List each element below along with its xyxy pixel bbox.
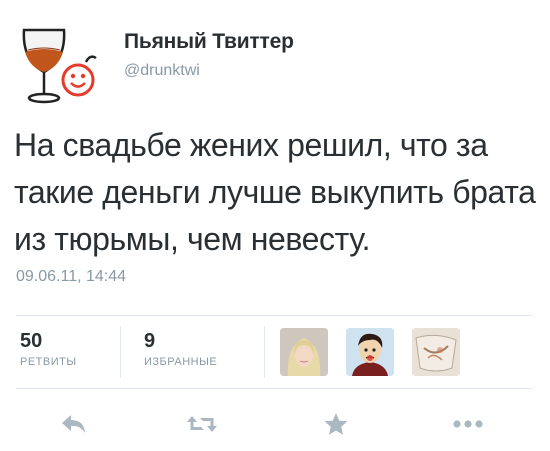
- reply-icon: [62, 415, 85, 433]
- avatar-sketch-icon: [412, 328, 460, 376]
- avatar-blonde-woman-icon: [280, 328, 328, 376]
- retweet-icon: [187, 416, 217, 432]
- favoriter-avatar-2[interactable]: [346, 328, 394, 376]
- tweet-timestamp[interactable]: 09.06.11, 14:44: [16, 268, 126, 286]
- tweet-text: На свадьбе жених решил, что за такие ден…: [14, 127, 536, 257]
- author-name[interactable]: Пьяный Твиттер: [124, 30, 294, 54]
- favorites-count: 9: [144, 330, 156, 352]
- avatar-cartoon-man-icon: [346, 328, 394, 376]
- retweets-stat[interactable]: 50 РЕТВИТЫ: [20, 330, 77, 368]
- reply-button[interactable]: [56, 406, 92, 442]
- profile-avatar[interactable]: [16, 16, 108, 108]
- tweet-actions: [0, 398, 550, 448]
- more-icon: [453, 420, 483, 428]
- more-button[interactable]: [450, 406, 486, 442]
- retweets-count: 50: [20, 330, 43, 352]
- favorites-stat[interactable]: 9 ИЗБРАННЫЕ: [144, 330, 217, 368]
- favoriter-avatar-3[interactable]: [412, 328, 460, 376]
- favorites-label: ИЗБРАННЫЕ: [144, 356, 218, 368]
- retweets-label: РЕТВИТЫ: [20, 356, 77, 368]
- retweet-button[interactable]: [184, 406, 220, 442]
- stats-divider: [120, 326, 121, 378]
- author-handle[interactable]: @drunktwi: [124, 62, 200, 80]
- favorite-button[interactable]: [318, 406, 354, 442]
- favoriter-avatar-1[interactable]: [280, 328, 328, 376]
- stats-divider: [264, 326, 265, 378]
- tweet-stats: 50 РЕТВИТЫ 9 ИЗБРАННЫЕ: [16, 315, 532, 389]
- star-icon: [324, 413, 348, 435]
- brandy-glass-logo-icon: [22, 28, 97, 104]
